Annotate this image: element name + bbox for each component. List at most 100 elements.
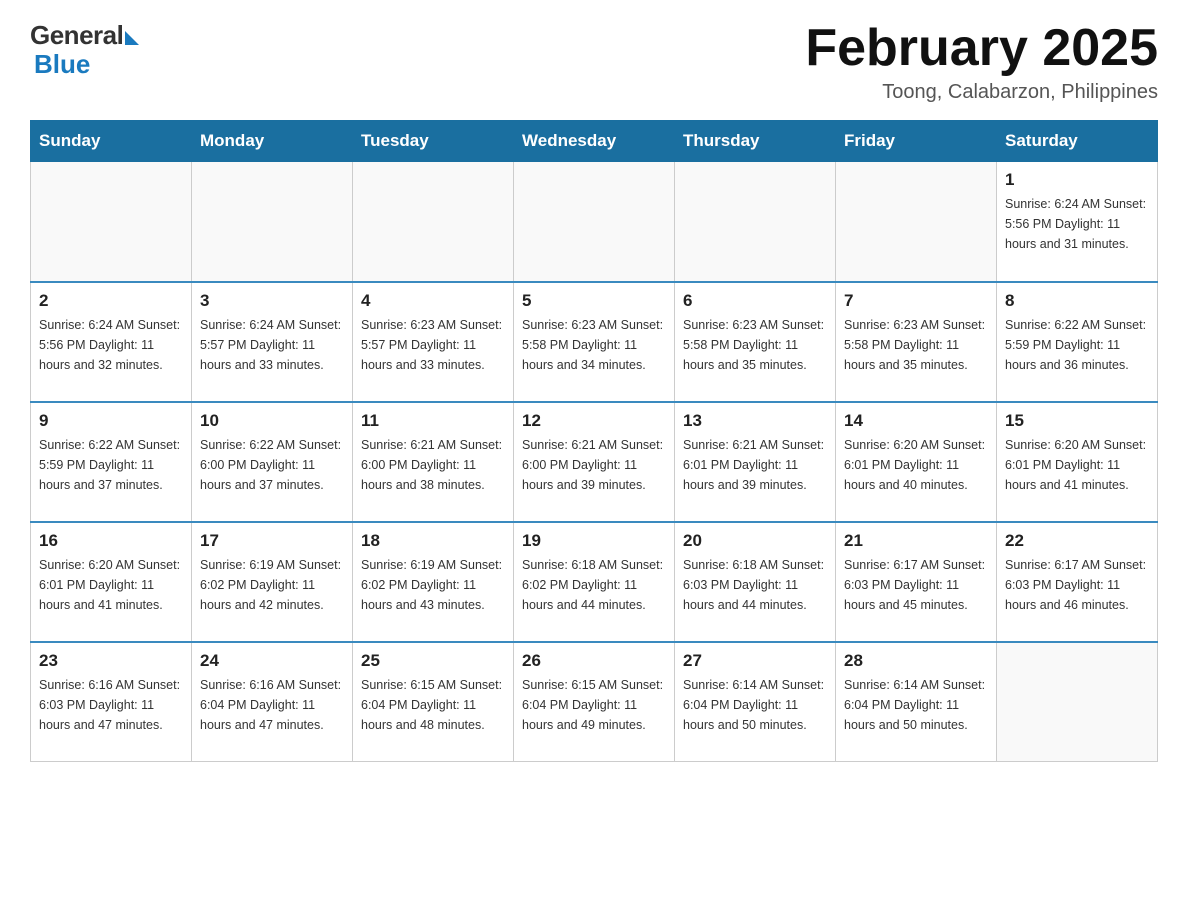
calendar-day-cell: 15 Sunrise: 6:20 AM Sunset: 6:01 PM Dayli… [997, 402, 1158, 522]
day-info: Sunrise: 6:22 AM Sunset: 6:00 PM Dayligh… [200, 435, 344, 495]
title-section: February 2025 Toong, Calabarzon, Philipp… [805, 20, 1158, 104]
day-number: 8 [1005, 291, 1149, 311]
day-number: 20 [683, 531, 827, 551]
calendar-day-cell: 18 Sunrise: 6:19 AM Sunset: 6:02 PM Dayli… [353, 522, 514, 642]
day-number: 12 [522, 411, 666, 431]
calendar-day-cell: 9 Sunrise: 6:22 AM Sunset: 5:59 PM Daylig… [31, 402, 192, 522]
day-info: Sunrise: 6:24 AM Sunset: 5:56 PM Dayligh… [1005, 194, 1149, 254]
calendar-day-cell: 26 Sunrise: 6:15 AM Sunset: 6:04 PM Dayli… [514, 642, 675, 762]
day-info: Sunrise: 6:19 AM Sunset: 6:02 PM Dayligh… [200, 555, 344, 615]
calendar-day-cell [192, 162, 353, 282]
day-info: Sunrise: 6:23 AM Sunset: 5:58 PM Dayligh… [844, 315, 988, 375]
calendar-day-cell: 16 Sunrise: 6:20 AM Sunset: 6:01 PM Dayli… [31, 522, 192, 642]
calendar-day-cell: 10 Sunrise: 6:22 AM Sunset: 6:00 PM Dayli… [192, 402, 353, 522]
calendar-day-cell [997, 642, 1158, 762]
day-info: Sunrise: 6:16 AM Sunset: 6:03 PM Dayligh… [39, 675, 183, 735]
page-header: General Blue February 2025 Toong, Calaba… [30, 20, 1158, 104]
calendar-day-cell: 8 Sunrise: 6:22 AM Sunset: 5:59 PM Daylig… [997, 282, 1158, 402]
calendar-day-cell: 7 Sunrise: 6:23 AM Sunset: 5:58 PM Daylig… [836, 282, 997, 402]
day-number: 14 [844, 411, 988, 431]
day-number: 11 [361, 411, 505, 431]
calendar-week-row: 16 Sunrise: 6:20 AM Sunset: 6:01 PM Dayli… [31, 522, 1158, 642]
calendar-day-cell: 17 Sunrise: 6:19 AM Sunset: 6:02 PM Dayli… [192, 522, 353, 642]
calendar-day-cell: 28 Sunrise: 6:14 AM Sunset: 6:04 PM Dayli… [836, 642, 997, 762]
day-number: 17 [200, 531, 344, 551]
logo-general-text: General [30, 20, 123, 51]
logo-arrow-icon [125, 31, 139, 45]
calendar-day-cell: 14 Sunrise: 6:20 AM Sunset: 6:01 PM Dayli… [836, 402, 997, 522]
day-info: Sunrise: 6:23 AM Sunset: 5:57 PM Dayligh… [361, 315, 505, 375]
day-number: 4 [361, 291, 505, 311]
calendar-day-cell: 19 Sunrise: 6:18 AM Sunset: 6:02 PM Dayli… [514, 522, 675, 642]
day-of-week-header: Monday [192, 121, 353, 162]
day-info: Sunrise: 6:17 AM Sunset: 6:03 PM Dayligh… [1005, 555, 1149, 615]
calendar-day-cell: 3Sunrise: 6:24 AM Sunset: 5:57 PM Daylig… [192, 282, 353, 402]
day-info: Sunrise: 6:16 AM Sunset: 6:04 PM Dayligh… [200, 675, 344, 735]
day-info: Sunrise: 6:21 AM Sunset: 6:01 PM Dayligh… [683, 435, 827, 495]
day-info: Sunrise: 6:24 AM Sunset: 5:56 PM Dayligh… [39, 315, 183, 375]
day-info: Sunrise: 6:15 AM Sunset: 6:04 PM Dayligh… [361, 675, 505, 735]
calendar-day-cell: 13Sunrise: 6:21 AM Sunset: 6:01 PM Dayli… [675, 402, 836, 522]
calendar-day-cell [514, 162, 675, 282]
day-info: Sunrise: 6:17 AM Sunset: 6:03 PM Dayligh… [844, 555, 988, 615]
day-number: 25 [361, 651, 505, 671]
day-info: Sunrise: 6:14 AM Sunset: 6:04 PM Dayligh… [683, 675, 827, 735]
day-of-week-header: Sunday [31, 121, 192, 162]
day-info: Sunrise: 6:20 AM Sunset: 6:01 PM Dayligh… [1005, 435, 1149, 495]
calendar-subtitle: Toong, Calabarzon, Philippines [805, 81, 1158, 104]
calendar-day-cell: 4 Sunrise: 6:23 AM Sunset: 5:57 PM Daylig… [353, 282, 514, 402]
day-info: Sunrise: 6:15 AM Sunset: 6:04 PM Dayligh… [522, 675, 666, 735]
calendar-week-row: 9 Sunrise: 6:22 AM Sunset: 5:59 PM Daylig… [31, 402, 1158, 522]
day-number: 15 [1005, 411, 1149, 431]
calendar-title: February 2025 [805, 20, 1158, 77]
calendar-day-cell: 6 Sunrise: 6:23 AM Sunset: 5:58 PM Daylig… [675, 282, 836, 402]
day-number: 19 [522, 531, 666, 551]
day-number: 18 [361, 531, 505, 551]
day-number: 5 [522, 291, 666, 311]
calendar-day-cell: 1 Sunrise: 6:24 AM Sunset: 5:56 PM Daylig… [997, 162, 1158, 282]
day-number: 23 [39, 651, 183, 671]
calendar-day-cell: 20 Sunrise: 6:18 AM Sunset: 6:03 PM Dayli… [675, 522, 836, 642]
calendar-week-row: 23 Sunrise: 6:16 AM Sunset: 6:03 PM Dayli… [31, 642, 1158, 762]
day-info: Sunrise: 6:22 AM Sunset: 5:59 PM Dayligh… [1005, 315, 1149, 375]
calendar-day-cell: 5 Sunrise: 6:23 AM Sunset: 5:58 PM Daylig… [514, 282, 675, 402]
day-info: Sunrise: 6:19 AM Sunset: 6:02 PM Dayligh… [361, 555, 505, 615]
calendar-day-cell: 11 Sunrise: 6:21 AM Sunset: 6:00 PM Dayli… [353, 402, 514, 522]
day-number: 16 [39, 531, 183, 551]
day-of-week-header: Wednesday [514, 121, 675, 162]
day-number: 28 [844, 651, 988, 671]
day-info: Sunrise: 6:18 AM Sunset: 6:03 PM Dayligh… [683, 555, 827, 615]
day-of-week-header: Saturday [997, 121, 1158, 162]
calendar-day-cell: 22Sunrise: 6:17 AM Sunset: 6:03 PM Dayli… [997, 522, 1158, 642]
day-info: Sunrise: 6:21 AM Sunset: 6:00 PM Dayligh… [522, 435, 666, 495]
day-number: 1 [1005, 170, 1149, 190]
day-info: Sunrise: 6:18 AM Sunset: 6:02 PM Dayligh… [522, 555, 666, 615]
calendar-day-cell: 27Sunrise: 6:14 AM Sunset: 6:04 PM Dayli… [675, 642, 836, 762]
day-number: 10 [200, 411, 344, 431]
day-info: Sunrise: 6:24 AM Sunset: 5:57 PM Dayligh… [200, 315, 344, 375]
day-number: 9 [39, 411, 183, 431]
day-info: Sunrise: 6:20 AM Sunset: 6:01 PM Dayligh… [844, 435, 988, 495]
day-number: 24 [200, 651, 344, 671]
calendar-day-cell [675, 162, 836, 282]
day-number: 21 [844, 531, 988, 551]
calendar-day-cell [353, 162, 514, 282]
calendar-week-row: 1 Sunrise: 6:24 AM Sunset: 5:56 PM Daylig… [31, 162, 1158, 282]
day-number: 26 [522, 651, 666, 671]
day-number: 6 [683, 291, 827, 311]
calendar-day-cell: 2 Sunrise: 6:24 AM Sunset: 5:56 PM Daylig… [31, 282, 192, 402]
calendar-week-row: 2 Sunrise: 6:24 AM Sunset: 5:56 PM Daylig… [31, 282, 1158, 402]
calendar-header-row: SundayMondayTuesdayWednesdayThursdayFrid… [31, 121, 1158, 162]
calendar-day-cell [31, 162, 192, 282]
day-info: Sunrise: 6:20 AM Sunset: 6:01 PM Dayligh… [39, 555, 183, 615]
day-info: Sunrise: 6:23 AM Sunset: 5:58 PM Dayligh… [522, 315, 666, 375]
day-info: Sunrise: 6:14 AM Sunset: 6:04 PM Dayligh… [844, 675, 988, 735]
day-info: Sunrise: 6:21 AM Sunset: 6:00 PM Dayligh… [361, 435, 505, 495]
day-number: 2 [39, 291, 183, 311]
day-info: Sunrise: 6:22 AM Sunset: 5:59 PM Dayligh… [39, 435, 183, 495]
day-info: Sunrise: 6:23 AM Sunset: 5:58 PM Dayligh… [683, 315, 827, 375]
calendar-day-cell: 12 Sunrise: 6:21 AM Sunset: 6:00 PM Dayli… [514, 402, 675, 522]
day-of-week-header: Friday [836, 121, 997, 162]
calendar-day-cell: 24 Sunrise: 6:16 AM Sunset: 6:04 PM Dayli… [192, 642, 353, 762]
day-number: 7 [844, 291, 988, 311]
